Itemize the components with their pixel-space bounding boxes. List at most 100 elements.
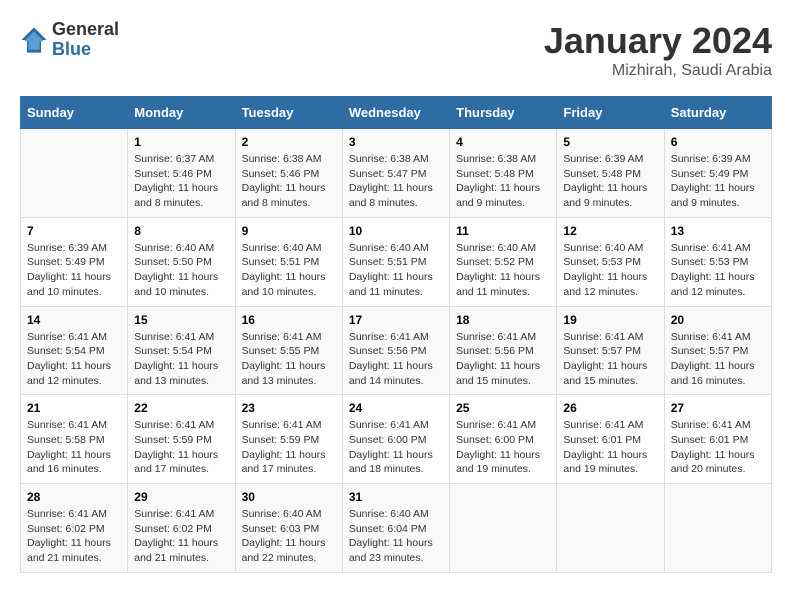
logo-icon [20, 26, 48, 54]
day-info: Sunrise: 6:41 AMSunset: 5:58 PMDaylight:… [27, 418, 121, 477]
day-number: 9 [242, 224, 336, 238]
calendar-cell: 13Sunrise: 6:41 AMSunset: 5:53 PMDayligh… [664, 217, 771, 306]
title-section: January 2024 Mizhirah, Saudi Arabia [544, 20, 772, 80]
calendar-cell: 26 Sunrise: 6:41 AMSunset: 6:01 PMDayligh… [557, 395, 664, 484]
week-row-1: 1 Sunrise: 6:37 AMSunset: 5:46 PMDaylight… [21, 129, 772, 218]
calendar-cell: 6Sunrise: 6:39 AMSunset: 5:49 PMDaylight… [664, 129, 771, 218]
logo-text: General Blue [52, 20, 119, 60]
day-info: Sunrise: 6:41 AMSunset: 6:00 PMDaylight:… [349, 418, 443, 477]
calendar-cell: 7Sunrise: 6:39 AMSunset: 5:49 PMDaylight… [21, 217, 128, 306]
calendar-cell: 18 Sunrise: 6:41 AMSunset: 5:56 PMDayligh… [450, 306, 557, 395]
calendar-cell: 2 Sunrise: 6:38 AMSunset: 5:46 PMDaylight… [235, 129, 342, 218]
day-number: 12 [563, 224, 657, 238]
calendar-cell: 22Sunrise: 6:41 AMSunset: 5:59 PMDayligh… [128, 395, 235, 484]
calendar-cell: 19Sunrise: 6:41 AMSunset: 5:57 PMDayligh… [557, 306, 664, 395]
week-row-3: 14 Sunrise: 6:41 AMSunset: 5:54 PMDayligh… [21, 306, 772, 395]
day-info: Sunrise: 6:40 AMSunset: 6:03 PMDaylight:… [242, 507, 336, 566]
calendar-cell [450, 484, 557, 573]
location: Mizhirah, Saudi Arabia [544, 62, 772, 80]
calendar-cell: 11 Sunrise: 6:40 AMSunset: 5:52 PMDayligh… [450, 217, 557, 306]
day-info: Sunrise: 6:41 AMSunset: 6:01 PMDaylight:… [671, 418, 765, 477]
day-info: Sunrise: 6:41 AMSunset: 6:00 PMDaylight:… [456, 418, 550, 477]
day-info: Sunrise: 6:37 AMSunset: 5:46 PMDaylight:… [134, 152, 228, 211]
day-number: 7 [27, 224, 121, 238]
day-number: 10 [349, 224, 443, 238]
day-number: 15 [134, 313, 228, 327]
calendar-cell: 3 Sunrise: 6:38 AMSunset: 5:47 PMDaylight… [342, 129, 449, 218]
day-info: Sunrise: 6:41 AMSunset: 5:57 PMDaylight:… [671, 330, 765, 389]
day-info: Sunrise: 6:41 AMSunset: 5:54 PMDaylight:… [134, 330, 228, 389]
day-number: 27 [671, 401, 765, 415]
day-number: 14 [27, 313, 121, 327]
day-number: 20 [671, 313, 765, 327]
calendar-cell: 23 Sunrise: 6:41 AMSunset: 5:59 PMDayligh… [235, 395, 342, 484]
logo: General Blue [20, 20, 119, 60]
day-info: Sunrise: 6:41 AMSunset: 6:02 PMDaylight:… [134, 507, 228, 566]
header-saturday: Saturday [664, 97, 771, 129]
day-info: Sunrise: 6:40 AMSunset: 5:51 PMDaylight:… [242, 241, 336, 300]
week-row-2: 7Sunrise: 6:39 AMSunset: 5:49 PMDaylight… [21, 217, 772, 306]
calendar-cell: 17 Sunrise: 6:41 AMSunset: 5:56 PMDayligh… [342, 306, 449, 395]
day-info: Sunrise: 6:41 AMSunset: 5:54 PMDaylight:… [27, 330, 121, 389]
calendar-cell: 12Sunrise: 6:40 AMSunset: 5:53 PMDayligh… [557, 217, 664, 306]
calendar-cell: 14 Sunrise: 6:41 AMSunset: 5:54 PMDayligh… [21, 306, 128, 395]
header-row: SundayMondayTuesdayWednesdayThursdayFrid… [21, 97, 772, 129]
day-info: Sunrise: 6:41 AMSunset: 5:56 PMDaylight:… [456, 330, 550, 389]
header-sunday: Sunday [21, 97, 128, 129]
week-row-5: 28Sunrise: 6:41 AMSunset: 6:02 PMDayligh… [21, 484, 772, 573]
day-number: 1 [134, 135, 228, 149]
calendar-cell [21, 129, 128, 218]
day-info: Sunrise: 6:38 AMSunset: 5:46 PMDaylight:… [242, 152, 336, 211]
logo-general-text: General [52, 20, 119, 40]
day-info: Sunrise: 6:38 AMSunset: 5:47 PMDaylight:… [349, 152, 443, 211]
calendar-cell: 24 Sunrise: 6:41 AMSunset: 6:00 PMDayligh… [342, 395, 449, 484]
day-number: 2 [242, 135, 336, 149]
calendar-cell: 25 Sunrise: 6:41 AMSunset: 6:00 PMDayligh… [450, 395, 557, 484]
day-number: 11 [456, 224, 550, 238]
calendar-cell: 16 Sunrise: 6:41 AMSunset: 5:55 PMDayligh… [235, 306, 342, 395]
calendar-cell [557, 484, 664, 573]
calendar-cell: 28Sunrise: 6:41 AMSunset: 6:02 PMDayligh… [21, 484, 128, 573]
day-info: Sunrise: 6:41 AMSunset: 5:56 PMDaylight:… [349, 330, 443, 389]
day-info: Sunrise: 6:39 AMSunset: 5:49 PMDaylight:… [671, 152, 765, 211]
day-number: 21 [27, 401, 121, 415]
day-number: 25 [456, 401, 550, 415]
day-number: 30 [242, 490, 336, 504]
calendar-cell: 20 Sunrise: 6:41 AMSunset: 5:57 PMDayligh… [664, 306, 771, 395]
day-number: 31 [349, 490, 443, 504]
logo-blue-text: Blue [52, 40, 119, 60]
calendar-cell: 21 Sunrise: 6:41 AMSunset: 5:58 PMDayligh… [21, 395, 128, 484]
day-number: 26 [563, 401, 657, 415]
day-number: 4 [456, 135, 550, 149]
calendar-cell: 10 Sunrise: 6:40 AMSunset: 5:51 PMDayligh… [342, 217, 449, 306]
day-number: 8 [134, 224, 228, 238]
day-info: Sunrise: 6:41 AMSunset: 5:55 PMDaylight:… [242, 330, 336, 389]
day-info: Sunrise: 6:40 AMSunset: 5:52 PMDaylight:… [456, 241, 550, 300]
day-info: Sunrise: 6:41 AMSunset: 5:53 PMDaylight:… [671, 241, 765, 300]
header-tuesday: Tuesday [235, 97, 342, 129]
header-friday: Friday [557, 97, 664, 129]
calendar-cell: 15 Sunrise: 6:41 AMSunset: 5:54 PMDayligh… [128, 306, 235, 395]
day-number: 22 [134, 401, 228, 415]
day-number: 17 [349, 313, 443, 327]
day-number: 24 [349, 401, 443, 415]
day-info: Sunrise: 6:40 AMSunset: 5:51 PMDaylight:… [349, 241, 443, 300]
day-number: 16 [242, 313, 336, 327]
day-number: 19 [563, 313, 657, 327]
calendar-cell: 9 Sunrise: 6:40 AMSunset: 5:51 PMDaylight… [235, 217, 342, 306]
header-monday: Monday [128, 97, 235, 129]
day-info: Sunrise: 6:41 AMSunset: 6:01 PMDaylight:… [563, 418, 657, 477]
header-wednesday: Wednesday [342, 97, 449, 129]
day-number: 23 [242, 401, 336, 415]
day-info: Sunrise: 6:39 AMSunset: 5:48 PMDaylight:… [563, 152, 657, 211]
week-row-4: 21 Sunrise: 6:41 AMSunset: 5:58 PMDayligh… [21, 395, 772, 484]
day-info: Sunrise: 6:38 AMSunset: 5:48 PMDaylight:… [456, 152, 550, 211]
day-number: 18 [456, 313, 550, 327]
day-number: 3 [349, 135, 443, 149]
month-title: January 2024 [544, 20, 772, 62]
day-number: 5 [563, 135, 657, 149]
calendar-cell: 1 Sunrise: 6:37 AMSunset: 5:46 PMDaylight… [128, 129, 235, 218]
day-info: Sunrise: 6:41 AMSunset: 5:59 PMDaylight:… [242, 418, 336, 477]
day-number: 29 [134, 490, 228, 504]
header-thursday: Thursday [450, 97, 557, 129]
